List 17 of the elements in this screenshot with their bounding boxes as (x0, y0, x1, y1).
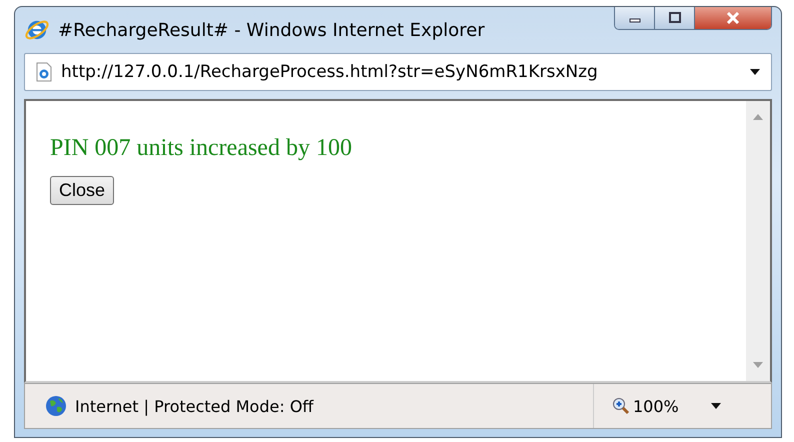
zoom-level[interactable]: 100% (633, 396, 679, 416)
page-icon (35, 62, 53, 82)
globe-icon (45, 395, 67, 417)
dropdown-arrow-icon[interactable] (749, 68, 761, 76)
address-field[interactable]: http://127.0.0.1/RechargeProcess.html?str=eSyN6mR1KrsxNzg (24, 53, 772, 91)
result-message: PIN 007 units increased by 100 (50, 135, 353, 162)
minimize-button[interactable] (615, 7, 655, 29)
close-icon (725, 12, 741, 24)
dropdown-arrow-icon[interactable] (710, 402, 722, 410)
close-page-button[interactable]: Close (50, 176, 114, 205)
url-text: http://127.0.0.1/RechargeProcess.html?str=eSyN6mR1KrsxNzg (61, 62, 599, 82)
maximize-icon (668, 12, 682, 24)
zoom-icon[interactable] (612, 397, 630, 415)
maximize-button[interactable] (655, 7, 695, 29)
window-title: #RechargeResult# - Windows Internet Explorer (58, 20, 486, 40)
security-zone-text: Internet | Protected Mode: Off (75, 396, 314, 416)
close-button[interactable] (695, 7, 771, 29)
